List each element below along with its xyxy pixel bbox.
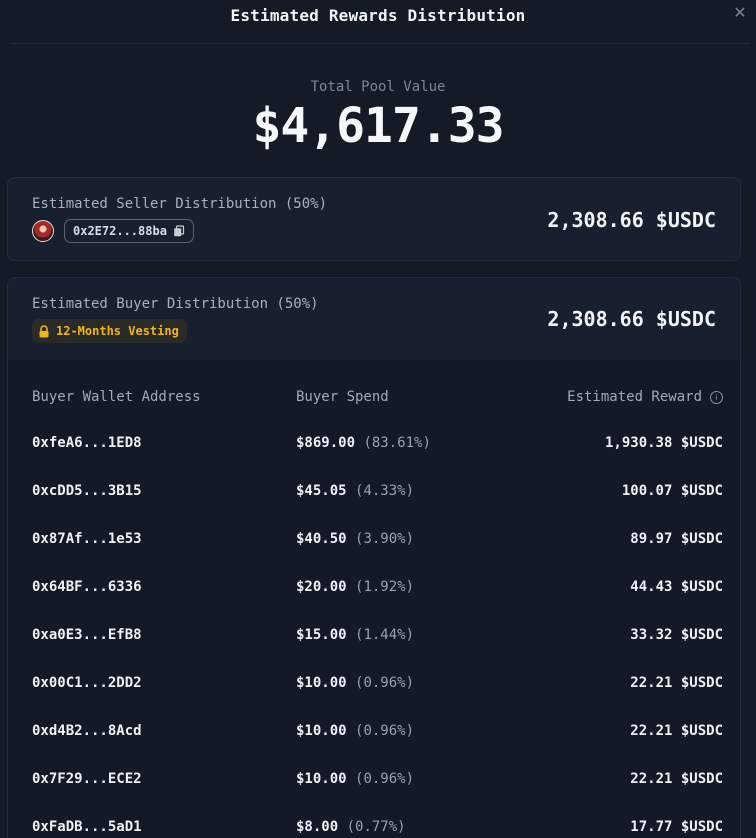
wallet-address: 0x87Af...1e53 <box>32 531 142 547</box>
wallet-address: 0x64BF...6336 <box>32 579 142 595</box>
header-reward-label: Estimated Reward <box>567 389 702 405</box>
spend-percent: (1.92%) <box>355 579 415 595</box>
spend-amount: $10.00 <box>296 723 347 739</box>
buyer-amount: 2,308.66 $USDC <box>547 307 716 331</box>
close-icon[interactable]: ✕ <box>732 5 748 21</box>
spend-amount: $10.00 <box>296 675 347 691</box>
table-row: 0xfeA6...1ED8 $869.00 (83.61%) 1,930.38 … <box>8 435 740 483</box>
seller-address: 0x2E72...88ba <box>73 224 167 238</box>
spend-cell: $10.00 (0.96%) <box>296 771 414 787</box>
wallet-address: 0xd4B2...8Acd <box>32 723 142 739</box>
spend-percent: (0.96%) <box>355 675 415 691</box>
seller-amount: 2,308.66 $USDC <box>547 208 716 232</box>
spend-cell: $10.00 (0.96%) <box>296 675 414 691</box>
spend-amount: $40.50 <box>296 531 347 547</box>
table-row: 0x00C1...2DD2 $10.00 (0.96%) 22.21 $USDC <box>8 675 740 723</box>
header-reward: Estimated Reward i <box>567 389 723 405</box>
spend-percent: (83.61%) <box>363 435 431 451</box>
spend-amount: $869.00 <box>296 435 356 451</box>
wallet-address: 0xa0E3...EfB8 <box>32 627 142 643</box>
avatar <box>32 220 54 242</box>
spend-percent: (0.96%) <box>355 723 415 739</box>
buyer-summary: Estimated Buyer Distribution (50%) 12-Mo… <box>8 278 740 360</box>
modal-title: Estimated Rewards Distribution <box>230 6 526 25</box>
wallet-address: 0xFaDB...5aD1 <box>32 819 142 835</box>
reward-amount: 100.07 $USDC <box>621 483 723 499</box>
wallet-address: 0xfeA6...1ED8 <box>32 435 142 451</box>
reward-amount: 1,930.38 $USDC <box>604 435 723 451</box>
seller-label: Estimated Seller Distribution (50%) <box>32 196 328 212</box>
spend-cell: $869.00 (83.61%) <box>296 435 431 451</box>
reward-amount: 22.21 $USDC <box>630 723 723 739</box>
spend-amount: $10.00 <box>296 771 347 787</box>
spend-percent: (0.77%) <box>346 819 406 835</box>
reward-amount: 44.43 $USDC <box>630 579 723 595</box>
buyer-label: Estimated Buyer Distribution (50%) <box>32 296 319 312</box>
header-wallet: Buyer Wallet Address <box>32 389 201 405</box>
seller-card: Estimated Seller Distribution (50%) 0x2E… <box>7 177 741 261</box>
wallet-address: 0x7F29...ECE2 <box>32 771 142 787</box>
table-row: 0xd4B2...8Acd $10.00 (0.96%) 22.21 $USDC <box>8 723 740 771</box>
spend-cell: $15.00 (1.44%) <box>296 627 414 643</box>
info-icon[interactable]: i <box>710 390 723 404</box>
spend-percent: (3.90%) <box>355 531 415 547</box>
reward-amount: 89.97 $USDC <box>630 531 723 547</box>
table-row: 0xa0E3...EfB8 $15.00 (1.44%) 33.32 $USDC <box>8 627 740 675</box>
buyer-card: Estimated Buyer Distribution (50%) 12-Mo… <box>7 277 741 838</box>
spend-cell: $40.50 (3.90%) <box>296 531 414 547</box>
buyer-table: Buyer Wallet Address Buyer Spend Estimat… <box>8 360 740 838</box>
table-row: 0xFaDB...5aD1 $8.00 (0.77%) 17.77 $USDC <box>8 819 740 838</box>
spend-percent: (4.33%) <box>355 483 415 499</box>
wallet-address: 0x00C1...2DD2 <box>32 675 142 691</box>
header-divider <box>12 43 750 44</box>
reward-amount: 33.32 $USDC <box>630 627 723 643</box>
copy-icon[interactable] <box>173 225 185 237</box>
reward-amount: 22.21 $USDC <box>630 771 723 787</box>
spend-cell: $20.00 (1.92%) <box>296 579 414 595</box>
reward-amount: 17.77 $USDC <box>630 819 723 835</box>
modal-header: Estimated Rewards Distribution ✕ <box>0 0 756 44</box>
spend-amount: $45.05 <box>296 483 347 499</box>
rewards-modal: Estimated Rewards Distribution ✕ Total P… <box>0 0 756 838</box>
spend-cell: $8.00 (0.77%) <box>296 819 406 835</box>
header-spend: Buyer Spend <box>296 389 389 405</box>
pool-value: $4,617.33 <box>252 98 504 154</box>
spend-amount: $15.00 <box>296 627 347 643</box>
spend-amount: $20.00 <box>296 579 347 595</box>
vesting-badge: 12-Months Vesting <box>32 319 187 343</box>
lock-icon <box>39 324 49 337</box>
vesting-label: 12-Months Vesting <box>56 324 179 338</box>
spend-cell: $45.05 (4.33%) <box>296 483 414 499</box>
table-row: 0xcDD5...3B15 $45.05 (4.33%) 100.07 $USD… <box>8 483 740 531</box>
table-row: 0x87Af...1e53 $40.50 (3.90%) 89.97 $USDC <box>8 531 740 579</box>
spend-percent: (1.44%) <box>355 627 415 643</box>
spend-percent: (0.96%) <box>355 771 415 787</box>
spend-amount: $8.00 <box>296 819 339 835</box>
reward-amount: 22.21 $USDC <box>630 675 723 691</box>
pool-label: Total Pool Value <box>310 79 446 95</box>
seller-address-pill[interactable]: 0x2E72...88ba <box>64 219 194 243</box>
wallet-address: 0xcDD5...3B15 <box>32 483 142 499</box>
table-row: 0x7F29...ECE2 $10.00 (0.96%) 22.21 $USDC <box>8 771 740 819</box>
table-row: 0x64BF...6336 $20.00 (1.92%) 44.43 $USDC <box>8 579 740 627</box>
spend-cell: $10.00 (0.96%) <box>296 723 414 739</box>
